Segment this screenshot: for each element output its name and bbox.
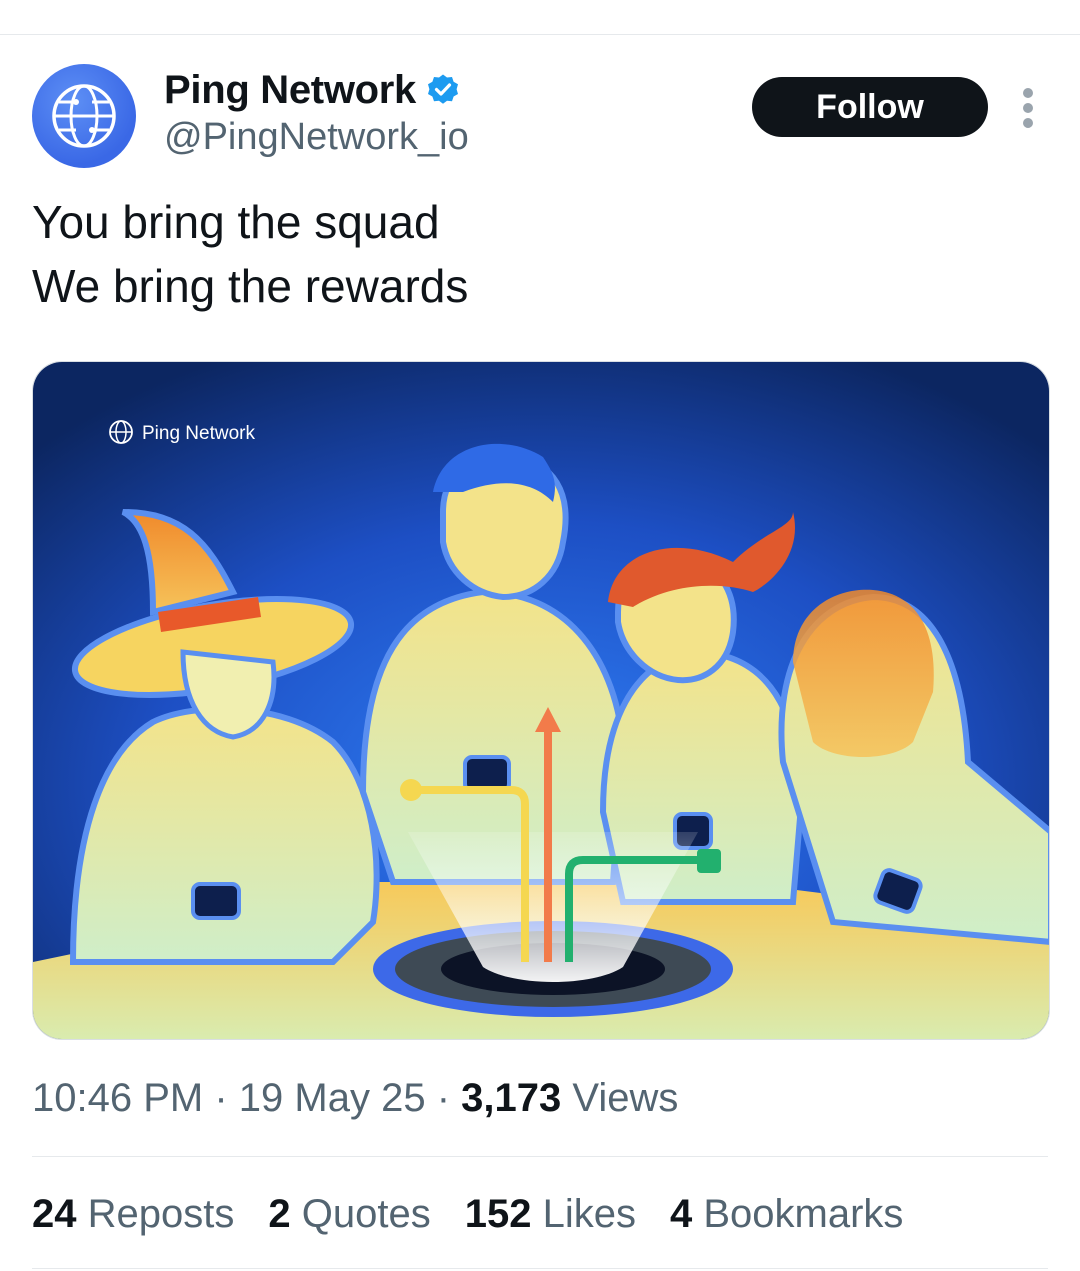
quotes-label: Quotes (301, 1192, 431, 1236)
tweet-text: You bring the squad We bring the rewards (32, 190, 468, 318)
views-label: Views (572, 1076, 679, 1120)
tweet-time[interactable]: 10:46 PM (32, 1076, 203, 1120)
tweet-line-2: We bring the rewards (32, 260, 469, 312)
author-name-row: Ping Network (164, 64, 460, 116)
more-vertical-icon[interactable] (1016, 86, 1040, 130)
reposts-stat[interactable]: 24 Reposts (32, 1192, 234, 1237)
illustration: Ping Network (33, 362, 1049, 1039)
bottom-divider (32, 1268, 1048, 1269)
avatar[interactable] (32, 64, 136, 168)
meta-separator: · (436, 1076, 462, 1120)
views-count: 3,173 (461, 1076, 562, 1120)
likes-stat[interactable]: 152 Likes (465, 1192, 636, 1237)
reposts-label: Reposts (87, 1192, 235, 1236)
likes-count: 152 (464, 1192, 532, 1236)
verified-badge-icon (428, 74, 458, 104)
quotes-count: 2 (268, 1192, 291, 1236)
likes-label: Likes (542, 1192, 636, 1236)
author-display-name[interactable]: Ping Network (164, 68, 416, 113)
tweet-date[interactable]: 19 May 25 (239, 1076, 426, 1120)
follow-button[interactable]: Follow (752, 77, 988, 137)
author-handle[interactable]: @PingNetwork_io (164, 116, 469, 159)
watermark-text: Ping Network (142, 423, 255, 444)
meta-separator: · (214, 1076, 239, 1120)
bookmarks-stat[interactable]: 4 Bookmarks (670, 1192, 903, 1237)
stats-divider (32, 1156, 1048, 1157)
bookmarks-label: Bookmarks (703, 1192, 904, 1236)
engagement-stats: 24 Reposts 2 Quotes 152 Likes 4 Bookmark… (32, 1192, 937, 1237)
reposts-count: 24 (32, 1192, 77, 1236)
bookmarks-count: 4 (669, 1192, 693, 1236)
tweet-line-1: You bring the squad (32, 196, 440, 248)
tweet-media-image[interactable]: Ping Network (32, 361, 1050, 1040)
top-divider (0, 34, 1080, 35)
globe-network-icon (52, 84, 116, 148)
quotes-stat[interactable]: 2 Quotes (268, 1192, 430, 1237)
tweet-meta: 10:46 PM · 19 May 25 · 3,173 Views (32, 1076, 678, 1121)
